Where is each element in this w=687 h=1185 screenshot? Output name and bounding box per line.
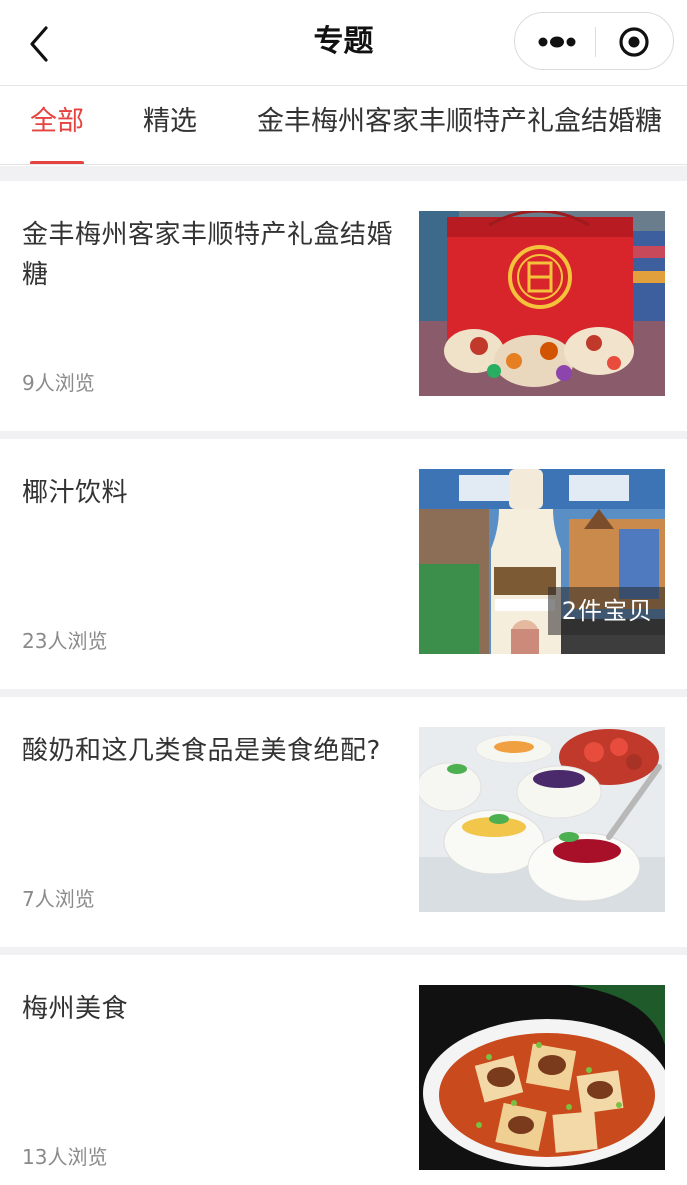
close-button[interactable] [596, 13, 675, 71]
article-title: 金丰梅州客家丰顺特产礼盒结婚糖 [22, 220, 394, 290]
tab-wedding-candy-gift-box[interactable]: 金丰梅州客家丰顺特产礼盒结婚糖 [257, 87, 662, 164]
section-gap [0, 947, 687, 955]
view-count: 9人浏览 [22, 371, 95, 395]
article-thumbnail [419, 985, 665, 1170]
article-card[interactable]: 酸奶和这几类食品是美食绝配? 7人浏览 [0, 697, 687, 947]
meizhou-food-image [419, 985, 665, 1170]
mini-program-capsule [514, 12, 674, 70]
article-title: 椰汁饮料 [22, 478, 129, 508]
article-card[interactable]: 金丰梅州客家丰顺特产礼盒结婚糖 9人浏览 [0, 181, 687, 431]
more-button[interactable] [515, 13, 595, 71]
item-count-badge: 2件宝贝 [547, 587, 665, 635]
view-count: 23人浏览 [22, 629, 108, 653]
view-count: 7人浏览 [22, 887, 95, 911]
back-button[interactable] [22, 22, 62, 66]
chevron-left-icon [30, 26, 48, 62]
article-thumbnail [419, 211, 665, 396]
section-gap [0, 431, 687, 439]
more-dots-icon [538, 36, 576, 48]
tab-all[interactable]: 全部 [30, 87, 84, 164]
tab-featured[interactable]: 精选 [143, 87, 197, 164]
navigation-bar: 专题 [0, 0, 687, 86]
tab-bar: 全部 精选 金丰梅州客家丰顺特产礼盒结婚糖 [0, 87, 687, 165]
section-gap [0, 166, 687, 181]
article-thumbnail [419, 727, 665, 912]
article-title: 梅州美食 [22, 994, 129, 1024]
view-count: 13人浏览 [22, 1145, 108, 1169]
article-title: 酸奶和这几类食品是美食绝配? [22, 736, 381, 766]
gift-box-image [419, 211, 665, 396]
section-gap [0, 689, 687, 697]
article-card[interactable]: 椰汁饮料 23人浏览 2件宝贝 [0, 439, 687, 689]
article-thumbnail: 2件宝贝 [419, 469, 665, 654]
yogurt-image [419, 727, 665, 912]
article-card[interactable]: 梅州美食 13人浏览 [0, 955, 687, 1185]
target-close-icon [619, 27, 649, 57]
